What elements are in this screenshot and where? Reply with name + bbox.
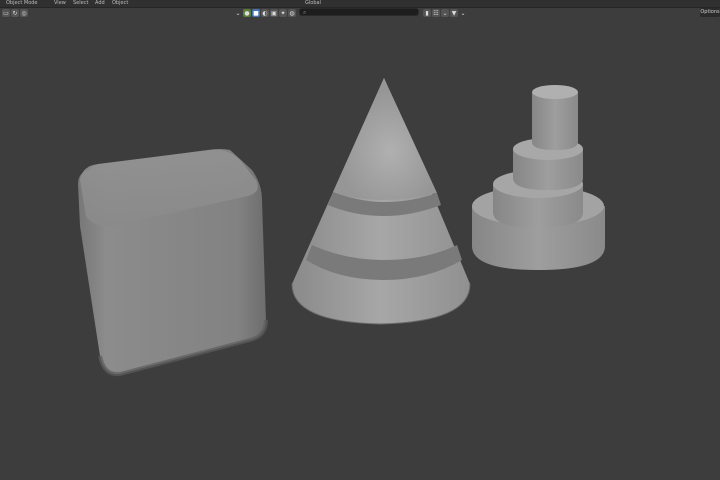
cube-object[interactable] [78, 149, 268, 377]
3d-viewport[interactable]: Object Mode View Select Add Object Globa… [0, 0, 720, 480]
scene-render [78, 78, 605, 377]
tiered-cylinder-object[interactable] [472, 85, 605, 270]
cone-object[interactable] [291, 78, 471, 325]
